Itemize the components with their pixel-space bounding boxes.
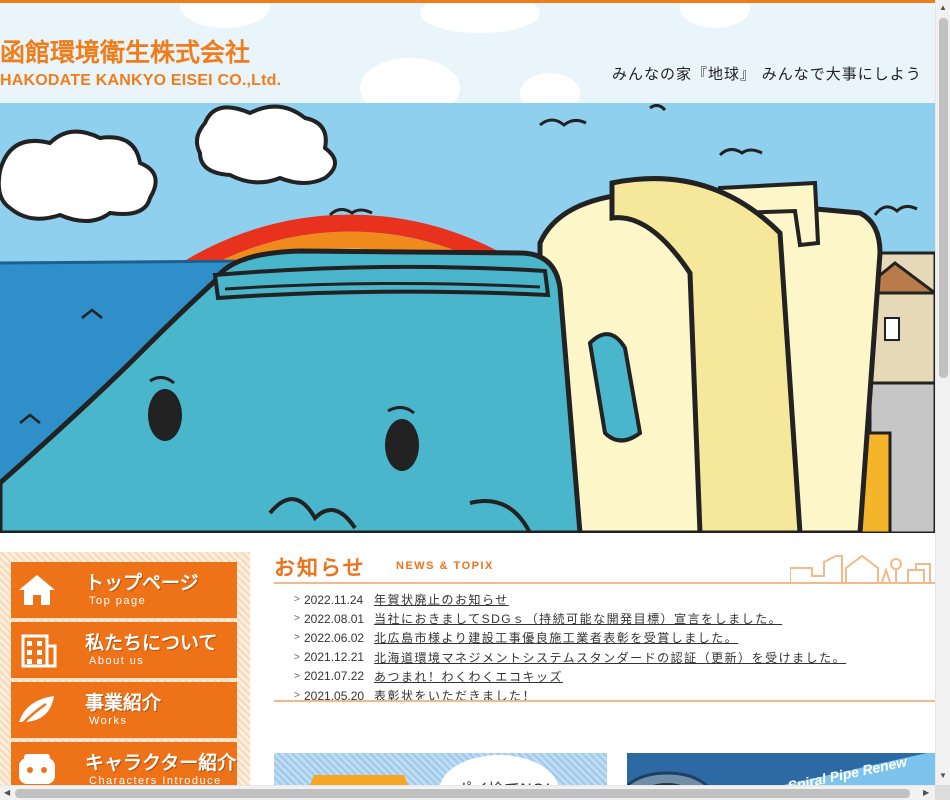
news-item: > 2022.11.24 年賀状廃止のお知らせ [294, 590, 934, 609]
news-item: > 2021.12.21 北海道環境マネジメントシステムスタンダードの認証（更新… [294, 648, 934, 667]
header-cloud [180, 3, 270, 28]
town-silhouette-icon [790, 554, 931, 583]
news-date: 2022.11.24 [304, 592, 364, 607]
logo-jp-text: 函館環境衛生株式会社 [0, 38, 251, 67]
nav-sublabel: About us [89, 655, 145, 667]
scroll-down-arrow-icon[interactable]: ▼ [939, 772, 947, 780]
header-cloud [360, 58, 460, 103]
nav-text: トップページ Top page [85, 572, 199, 608]
nav-sublabel: Works [89, 715, 128, 727]
horizontal-scrollbar[interactable]: ◀ ▶ [0, 785, 935, 800]
news-title: お知らせ [274, 556, 366, 580]
news-date: 2021.12.21 [304, 650, 365, 665]
news-link[interactable]: 北海道環境マネジメントシステムスタンダードの認証（更新）を受けました。 [374, 649, 846, 666]
building-icon [11, 621, 63, 679]
news-item: > 2021.05.20 表彰状をいただきました！ [294, 686, 934, 705]
news-list: > 2022.11.24 年賀状廃止のお知らせ > 2022.08.01 当社に… [294, 590, 934, 705]
nav-about-us[interactable]: 私たちについて About us [11, 622, 237, 680]
horizontal-scroll-thumb[interactable] [15, 789, 910, 798]
chevron-right-icon: > [294, 670, 300, 682]
news-divider [274, 582, 935, 584]
news-date: 2021.07.22 [304, 669, 365, 684]
nav-label: 事業紹介 [85, 692, 162, 714]
nav-works[interactable]: 事業紹介 Works [11, 682, 237, 740]
news-link[interactable]: 北広島市様より建設工事優良施工業者表彰を受賞しました。 [374, 629, 738, 646]
news-date: 2022.06.02 [304, 630, 365, 645]
site-header: 函館環境衛生株式会社 HAKODATE KANKYO EISEI CO.,Ltd… [0, 3, 935, 103]
scroll-up-arrow-icon[interactable]: ▲ [939, 4, 947, 12]
header-cloud [520, 73, 580, 103]
nav-label: トップページ [85, 572, 199, 594]
scroll-right-arrow-icon[interactable]: ▶ [923, 789, 929, 797]
house-icon [11, 561, 63, 619]
news-date: 2022.08.01 [304, 611, 365, 626]
company-logo[interactable]: 函館環境衛生株式会社 HAKODATE KANKYO EISEI CO.,Ltd… [0, 33, 281, 90]
nav-top-page[interactable]: トップページ Top page [11, 562, 237, 620]
news-link[interactable]: 当社におきましてSDGｓ（持続可能な開発目標）宣言をしました。 [374, 610, 782, 627]
news-link[interactable]: あつまれ！わくわくエコキッズ [374, 668, 563, 685]
vertical-scrollbar[interactable]: ▲ ▼ [935, 0, 950, 785]
chevron-right-icon: > [294, 613, 300, 625]
hero-svg [0, 103, 935, 533]
nav-text: 私たちについて About us [85, 632, 217, 668]
news-link[interactable]: 年賀状廃止のお知らせ [374, 591, 509, 608]
header-tagline: みんなの家『地球』 みんなで大事にしよう [612, 65, 922, 83]
scroll-left-arrow-icon[interactable]: ◀ [4, 789, 10, 797]
news-header: お知らせ NEWS & TOPIX [274, 552, 935, 586]
news-item: > 2022.08.01 当社におきましてSDGｓ（持続可能な開発目標）宣言をし… [294, 609, 934, 628]
news-divider-bottom [274, 700, 935, 702]
chevron-right-icon: > [294, 651, 300, 663]
news-subtitle: NEWS & TOPIX [396, 560, 494, 572]
logo-japanese: 函館環境衛生株式会社 [0, 33, 281, 69]
nav-label: キャラクター紹介 [85, 752, 237, 774]
hero-illustration [0, 103, 935, 533]
news-item: > 2021.07.22 あつまれ！わくわくエコキッズ [294, 667, 934, 686]
scrollbar-corner [935, 785, 950, 800]
vertical-scroll-thumb[interactable] [939, 18, 948, 378]
sidebar-nav: トップページ Top page 私たちについて About us 事業紹介 Wo… [0, 552, 250, 800]
nav-sublabel: Top page [89, 595, 147, 607]
chevron-right-icon: > [294, 594, 300, 606]
nav-text: キャラクター紹介 Characters Introduce [85, 752, 236, 788]
nav-label: 私たちについて [85, 632, 218, 654]
header-cloud [420, 3, 540, 33]
chevron-right-icon: > [294, 632, 300, 644]
page: 函館環境衛生株式会社 HAKODATE KANKYO EISEI CO.,Ltd… [0, 0, 950, 800]
logo-english: HAKODATE KANKYO EISEI CO.,Ltd. [0, 72, 282, 89]
news-item: > 2022.06.02 北広島市様より建設工事優良施工業者表彰を受賞しました。 [294, 628, 934, 647]
header-cloud [680, 3, 750, 28]
nav-text: 事業紹介 Works [85, 692, 161, 728]
leaf-icon [11, 681, 63, 739]
